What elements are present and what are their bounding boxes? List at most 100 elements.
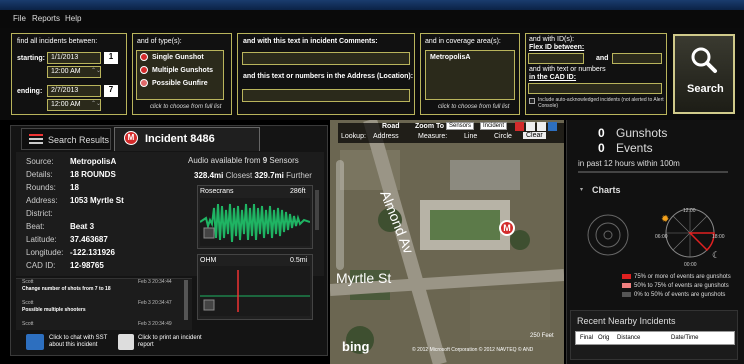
start-date-field[interactable]: 1/1/2013	[47, 52, 101, 64]
magnifier-icon	[691, 47, 717, 73]
gunshot-label: Gunshots	[616, 126, 668, 140]
coverage-hint[interactable]: click to choose from full list	[438, 104, 509, 110]
legend-label: 0% to 50% of events are gunshots	[634, 292, 726, 299]
end-time-spinner-icon[interactable]: ⌃⌄	[91, 100, 101, 107]
and-label: and	[596, 55, 609, 62]
audio-scrollbar[interactable]	[315, 190, 319, 230]
clear-button[interactable]: Clear	[523, 132, 546, 139]
zoom-sensors-button[interactable]: Sensors	[446, 122, 475, 130]
cad-id-label: CAD ID:	[26, 261, 56, 270]
type-item[interactable]: Possible Gunfire	[152, 80, 208, 87]
map-tool-icon[interactable]	[537, 122, 546, 131]
audio-clip-name: OHM	[200, 257, 217, 264]
further-value: 329.7mi	[254, 171, 284, 180]
comment-time: Feb 3 20:34:44	[138, 279, 172, 285]
waveform-rosecrans[interactable]	[200, 198, 310, 246]
type-hint[interactable]: click to choose from full list	[150, 104, 221, 110]
chat-link[interactable]: Click to chat with SST about this incide…	[49, 335, 115, 349]
event-label: Events	[616, 141, 653, 155]
audio-clip-name: Rosecrans	[200, 188, 234, 195]
clock-label: 00:00	[684, 262, 697, 268]
column-header[interactable]: Final	[580, 335, 593, 341]
possible-gunfire-icon	[140, 79, 148, 87]
menu-file[interactable]: File	[13, 14, 26, 23]
map-road-button[interactable]: Road	[382, 123, 400, 130]
end-date-field[interactable]: 2/7/2013	[47, 85, 101, 97]
comment-author: Scott	[22, 321, 34, 327]
address-label: and this text or numbers in the Address …	[243, 73, 414, 80]
measure-circle-option[interactable]: Circle	[494, 133, 512, 140]
charts-collapse-icon[interactable]: ▾	[580, 186, 583, 193]
latitude-label: Latitude:	[26, 235, 57, 244]
map-layer-icon[interactable]	[515, 122, 524, 131]
ids-label: and with ID(s):	[529, 36, 575, 43]
column-header[interactable]: Date/Time	[671, 335, 698, 341]
stats-divider	[578, 171, 728, 173]
cad-id-value: 12-98765	[70, 261, 104, 270]
tab-incident-label: Incident 8486	[145, 133, 215, 145]
comment-item: Scott Feb 3 20:34:44 Change number of sh…	[20, 279, 182, 295]
radar-chart	[587, 214, 629, 256]
event-count: 0	[598, 141, 605, 155]
auto-ack-checkbox[interactable]	[529, 98, 535, 104]
lookup-address-option[interactable]: Address	[373, 133, 399, 140]
latitude-value: 37.463687	[70, 235, 108, 244]
measure-label: Measure:	[418, 133, 448, 140]
comment-time: Feb 3 20:34:49	[138, 321, 172, 327]
map-copyright: © 2012 Microsoft Corporation © 2012 NAVT…	[412, 347, 534, 353]
cad-label-line1: and with text or numbers	[529, 66, 606, 73]
legend-item: 50% to 75% of events are gunshots	[622, 283, 729, 289]
bing-logo: bing	[342, 339, 370, 354]
details-label: Details:	[26, 170, 53, 179]
sun-icon: ✹	[661, 214, 670, 225]
search-button-label: Search	[687, 83, 724, 95]
type-item[interactable]: Multiple Gunshots	[152, 67, 213, 74]
district-label: District:	[26, 209, 53, 218]
printer-icon[interactable]	[118, 334, 134, 350]
map-tool-icon[interactable]	[526, 122, 535, 131]
flex-id-to-input[interactable]	[612, 53, 662, 64]
menu-help[interactable]: Help	[65, 14, 81, 23]
source-value: MetropolisA	[70, 157, 117, 166]
measure-line-option[interactable]: Line	[464, 133, 477, 140]
type-item[interactable]: Single Gunshot	[152, 54, 204, 61]
column-header[interactable]: Distance	[617, 335, 640, 341]
charts-label[interactable]: Charts	[592, 185, 621, 195]
end-calendar-button[interactable]: 7	[104, 85, 118, 97]
start-time-spinner-icon[interactable]: ⌃⌄	[91, 67, 101, 74]
comments-label: and with this text in incident Comments:	[243, 38, 378, 45]
map-tool-icon[interactable]	[548, 122, 557, 131]
flex-id-from-input[interactable]	[528, 53, 584, 64]
map-view[interactable]	[330, 120, 564, 364]
legend-swatch	[622, 283, 631, 288]
type-label: and of type(s):	[137, 38, 182, 45]
print-link[interactable]: Click to print an incident report	[138, 335, 208, 349]
address-label: Address:	[26, 196, 58, 205]
chat-icon[interactable]	[26, 334, 44, 350]
comments-scrollbar[interactable]	[184, 280, 188, 320]
lookup-label: Lookup:	[341, 133, 366, 140]
incident-map-marker-icon[interactable]: M	[499, 220, 515, 236]
cad-label-line2: in the CAD ID:	[529, 74, 577, 81]
start-calendar-button[interactable]: 1	[104, 52, 118, 64]
address-input[interactable]	[242, 89, 410, 102]
column-header[interactable]: Orig	[598, 335, 609, 341]
comments-input[interactable]	[242, 52, 410, 65]
zoom-slider[interactable]	[336, 160, 344, 270]
comment-author: Scott	[22, 300, 34, 306]
menu-reports[interactable]: Reports	[32, 14, 60, 23]
audio-header: Audio available from 9 Sensors	[188, 156, 299, 165]
zoom-incident-button[interactable]: Incident	[480, 122, 508, 130]
audio-header-suffix: Sensors	[267, 156, 299, 165]
coverage-item[interactable]: MetropolisA	[430, 54, 470, 61]
flex-id-label: Flex ID between:	[529, 44, 585, 51]
multiple-gunshots-icon	[140, 66, 148, 74]
starting-label: starting:	[17, 55, 45, 62]
cad-id-input[interactable]	[528, 83, 662, 94]
comment-time: Feb 3 20:34:47	[138, 300, 172, 306]
street-label: Myrtle St	[336, 270, 392, 286]
comment-text: Possible multiple shooters	[22, 307, 86, 313]
clock-label: 18:00	[712, 234, 725, 240]
legend-label: 50% to 75% of events are gunshots	[634, 283, 729, 290]
waveform-ohm[interactable]	[200, 266, 310, 316]
